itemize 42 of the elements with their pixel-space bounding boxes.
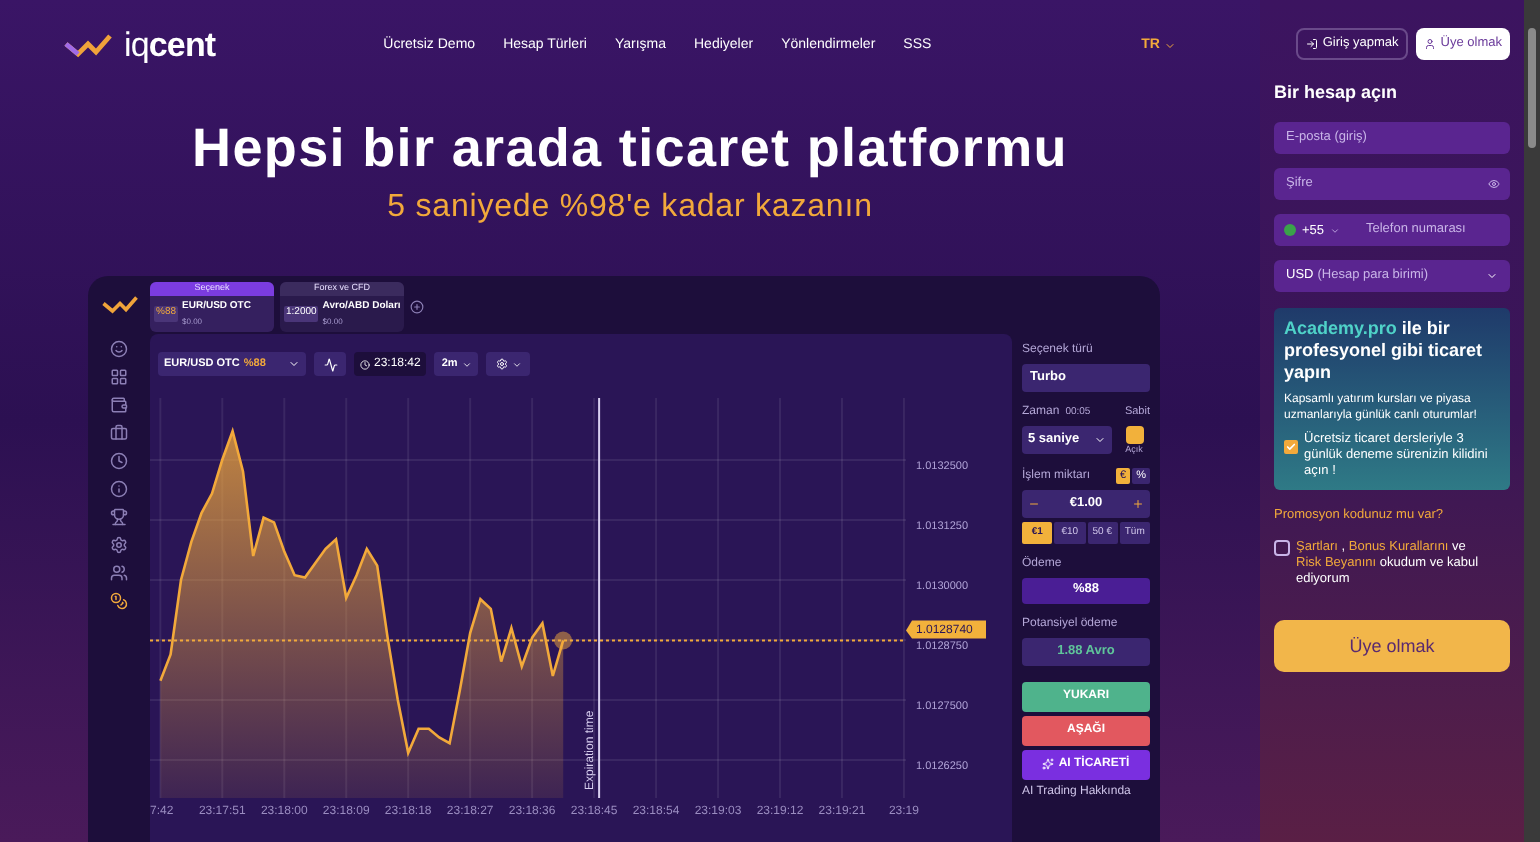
eye-icon[interactable]	[1488, 177, 1500, 189]
current-price-marker	[554, 631, 573, 650]
plus-icon[interactable]	[1132, 497, 1144, 510]
sparkle-icon	[1042, 758, 1055, 771]
login-icon	[1306, 38, 1319, 50]
register-submit-button[interactable]: Üye olmak	[1274, 620, 1510, 673]
wallet-icon[interactable]	[110, 396, 128, 414]
minus-icon[interactable]	[1028, 497, 1040, 510]
terms-checkbox[interactable]	[1274, 540, 1290, 557]
logo-text: iqcent	[124, 24, 216, 69]
face-icon[interactable]	[110, 340, 128, 358]
clock-icon[interactable]	[110, 452, 128, 470]
info-icon[interactable]	[110, 480, 128, 498]
offer-checkbox[interactable]	[1284, 439, 1298, 453]
caret-icon	[1486, 269, 1498, 281]
settings-select[interactable]	[486, 352, 531, 376]
caret-icon	[288, 358, 300, 370]
caret-icon	[1330, 225, 1341, 236]
caret-icon	[461, 359, 472, 369]
form-heading: Bir hesap açın	[1274, 80, 1400, 106]
hero-subtitle: 5 saniyede %98'e kadar kazanın	[385, 188, 875, 228]
coins-icon[interactable]	[110, 592, 128, 610]
hero-title: Hepsi bir arada ticaret platformu	[190, 116, 1070, 180]
logo-icon	[101, 296, 137, 314]
line-chart-icon	[323, 357, 337, 371]
caret-icon	[1094, 434, 1106, 446]
settings-icon	[495, 358, 508, 370]
chart-type-button[interactable]	[314, 352, 346, 376]
briefcase-icon[interactable]	[110, 424, 128, 442]
settings-icon[interactable]	[110, 536, 128, 554]
trophy-icon[interactable]	[110, 508, 128, 526]
logo-icon	[64, 34, 112, 58]
caret-icon	[511, 359, 522, 369]
users-icon[interactable]	[110, 564, 128, 582]
user-icon	[1424, 38, 1437, 50]
card-heading: Academy.pro ile bir profesyonel gibi ticaret yapın	[1284, 317, 1485, 383]
grid-icon[interactable]	[110, 368, 128, 386]
scrollbar[interactable]	[1524, 0, 1540, 842]
clock-icon	[360, 359, 370, 369]
add-tab-icon[interactable]	[410, 300, 424, 314]
caret-icon	[1164, 40, 1176, 52]
fixed-toggle[interactable]	[1125, 426, 1143, 444]
